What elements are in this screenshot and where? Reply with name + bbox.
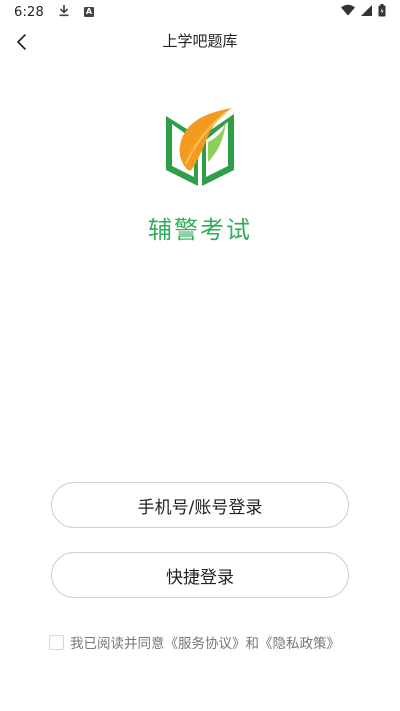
download-icon — [58, 4, 70, 21]
status-left: 6:28 A — [14, 4, 94, 21]
agreement-and: 和 — [245, 636, 260, 652]
book-leaf-logo-icon — [166, 108, 234, 186]
phone-account-login-button[interactable]: 手机号/账号登录 — [51, 482, 349, 528]
agreement-prefix: 我已阅读并同意 — [70, 636, 165, 652]
wifi-icon — [341, 4, 355, 20]
quick-login-label: 快捷登录 — [166, 567, 234, 588]
status-time: 6:28 — [14, 4, 44, 20]
app-name: 辅警考试 — [148, 216, 252, 244]
service-agreement-link[interactable]: 《服务协议》 — [165, 632, 246, 652]
agreement-row: 我已阅读并同意 《服务协议》 和 《隐私政策》 — [49, 632, 340, 652]
agreement-checkbox[interactable] — [49, 634, 64, 650]
signal-icon — [361, 4, 372, 20]
page-title: 上学吧题库 — [162, 32, 238, 50]
privacy-policy-link[interactable]: 《隐私政策》 — [259, 632, 340, 652]
phone-account-login-label: 手机号/账号登录 — [137, 497, 263, 518]
a-badge-icon: A — [84, 7, 94, 17]
app-logo — [164, 106, 236, 188]
battery-icon — [378, 3, 386, 21]
status-right — [341, 3, 386, 21]
login-screen: 6:28 A 上学吧题库 辅警考试 手机号/账号登录 快捷登录 我已阅读并同意 … — [0, 0, 400, 711]
status-bar: 6:28 A — [0, 0, 400, 24]
nav-bar: 上学吧题库 — [0, 24, 400, 60]
quick-login-button[interactable]: 快捷登录 — [51, 552, 349, 598]
